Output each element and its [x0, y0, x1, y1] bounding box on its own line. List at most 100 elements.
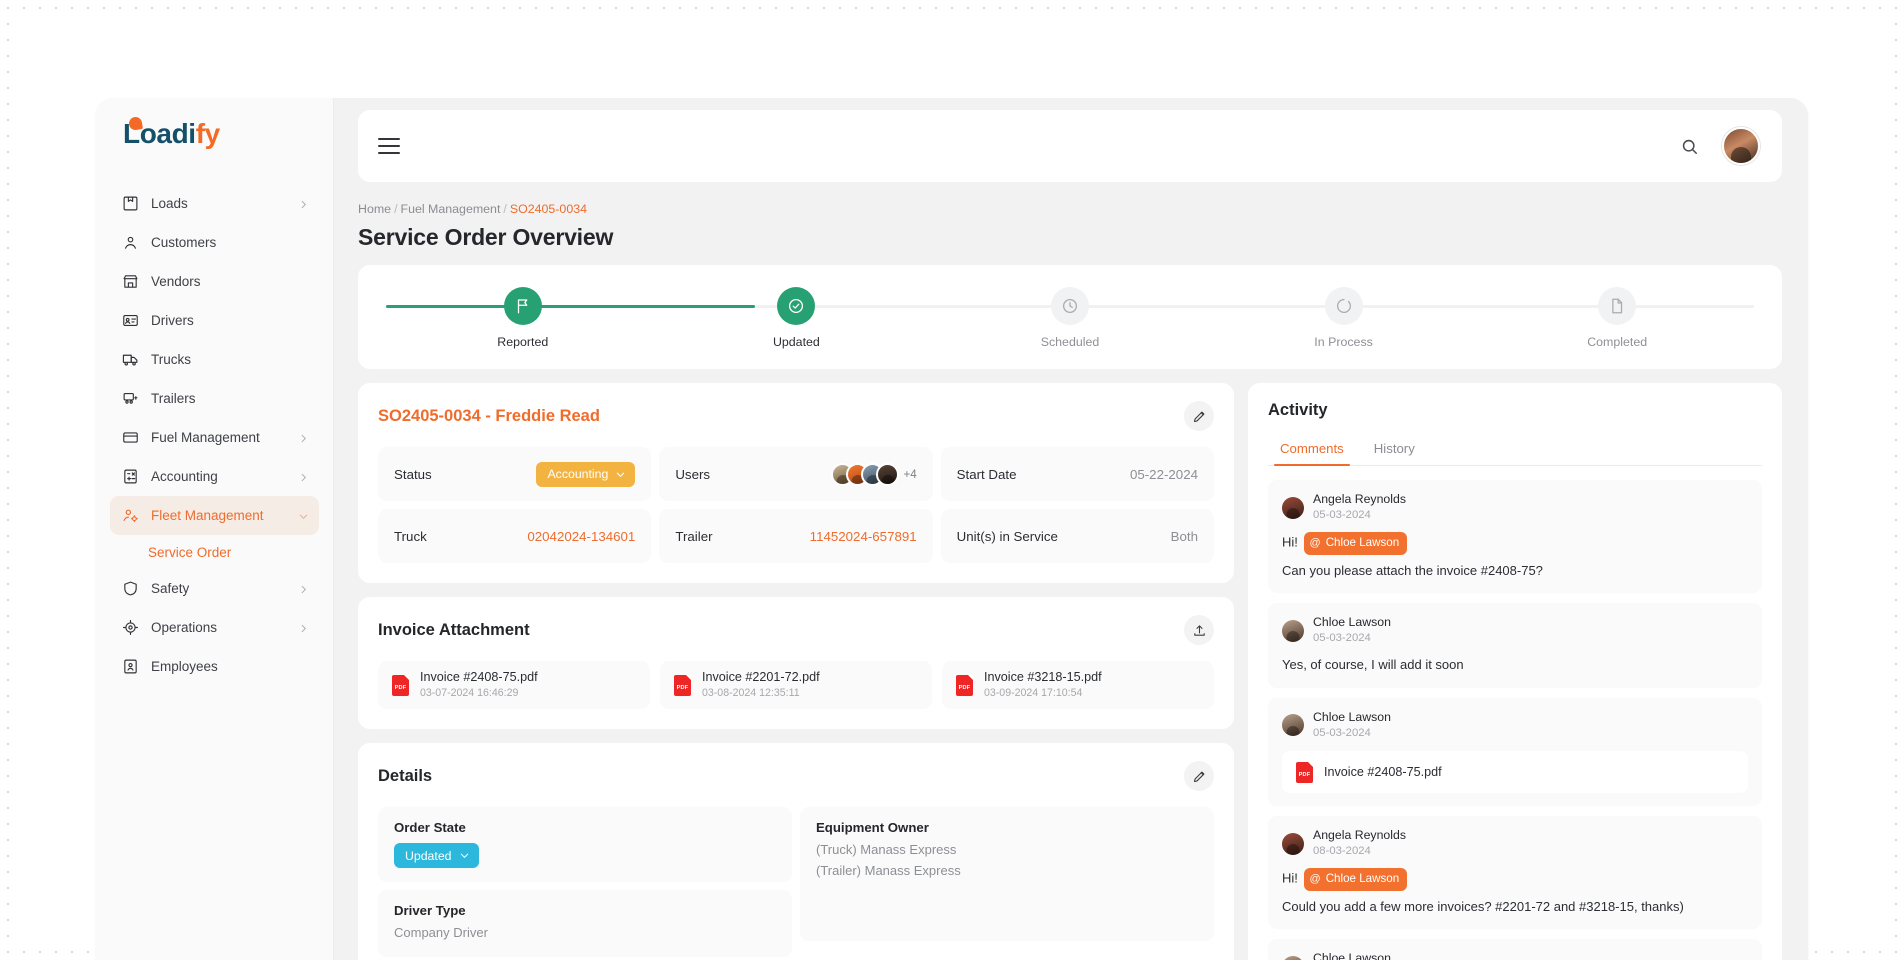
sidebar-item-accounting[interactable]: Accounting: [110, 457, 319, 496]
chevron-right-icon: [298, 432, 309, 443]
breadcrumb-home[interactable]: Home: [358, 202, 391, 216]
top-bar: [358, 110, 1782, 182]
main-area: Home / Fuel Management / SO2405-0034 Service…: [334, 98, 1808, 960]
chevron-right-icon: [298, 583, 309, 594]
avatar: [1282, 496, 1304, 519]
hamburger-icon[interactable]: [378, 138, 400, 154]
invoice-attachment-card: Invoice Attachment PDF Invoice #2408-75.…: [358, 597, 1234, 729]
equipment-owner-truck: (Truck) Manass Express: [816, 842, 957, 857]
comment-author: Angela Reynolds: [1313, 828, 1406, 843]
sidebar-label: Employees: [151, 659, 218, 674]
sidebar-item-fleet-management[interactable]: Fleet Management: [110, 496, 319, 535]
step-updated[interactable]: Updated: [660, 287, 934, 349]
sidebar-item-customers[interactable]: Customers: [110, 223, 319, 262]
avatar: [1282, 619, 1304, 642]
mention-chip[interactable]: @ Chloe Lawson: [1303, 868, 1408, 891]
mention-chip[interactable]: @ Chloe Lawson: [1303, 532, 1408, 555]
details-left-column: Order State Updated Driver Type Company …: [378, 807, 792, 960]
app-logo[interactable]: Loadify: [96, 98, 333, 170]
truck-link[interactable]: 02042024-134601: [527, 529, 635, 544]
breadcrumb-section[interactable]: Fuel Management: [401, 202, 501, 216]
avatar-overflow-count: +4: [903, 467, 917, 481]
status-dropdown[interactable]: Accounting: [536, 461, 636, 487]
sidebar-label: Fuel Management: [151, 430, 260, 445]
chevron-down-icon: [298, 510, 309, 521]
chevron-down-icon: [617, 472, 625, 477]
chevron-right-icon: [298, 471, 309, 482]
sidebar-label: Drivers: [151, 313, 194, 328]
comment-item: Chloe Lawson 08-03-2024 Yes, sure: [1268, 939, 1762, 960]
shield-icon: [122, 580, 139, 597]
sidebar-item-operations[interactable]: Operations: [110, 608, 319, 647]
tab-comments[interactable]: Comments: [1268, 434, 1356, 466]
employee-icon: [122, 658, 139, 675]
sidebar-item-drivers[interactable]: Drivers: [110, 301, 319, 340]
search-icon[interactable]: [1676, 133, 1702, 159]
sidebar-label: Accounting: [151, 469, 218, 484]
comment-author: Chloe Lawson: [1313, 615, 1391, 630]
chevron-down-icon: [460, 853, 468, 858]
detail-driver-type: Driver Type Company Driver: [378, 890, 792, 957]
page-content: Home / Fuel Management / SO2405-0034 Service…: [334, 182, 1808, 960]
sidebar-item-employees[interactable]: Employees: [110, 647, 319, 686]
field-trailer: Trailer 11452024-657891: [659, 509, 933, 563]
target-icon: [122, 619, 139, 636]
mention-name: Chloe Lawson: [1325, 872, 1400, 886]
sidebar-label: Vendors: [151, 274, 201, 289]
file-date: 03-08-2024 12:35:11: [702, 687, 800, 700]
comment-text: Yes, of course, I will add it soon: [1282, 657, 1464, 673]
field-value: Both: [1170, 528, 1198, 544]
user-avatar-group[interactable]: +4: [831, 462, 917, 486]
sidebar-item-fuel-management[interactable]: Fuel Management: [110, 418, 319, 457]
step-label: Updated: [772, 335, 820, 349]
user-icon: [122, 234, 139, 251]
field-label: Unit(s) in Service: [956, 528, 1058, 544]
trailer-link[interactable]: 11452024-657891: [810, 529, 917, 544]
invoice-file[interactable]: PDF Invoice #2201-72.pdf 03-08-2024 12:3…: [660, 661, 932, 709]
step-in-process[interactable]: In Process: [1207, 287, 1481, 349]
edit-order-button[interactable]: [1184, 401, 1214, 431]
breadcrumb-sep: /: [503, 202, 507, 216]
breadcrumb-current[interactable]: SO2405-0034: [510, 202, 587, 216]
comment-text: Could you add a few more invoices? #2201…: [1282, 898, 1684, 914]
upload-icon: [1193, 624, 1205, 636]
invoice-file[interactable]: PDF Invoice #3218-15.pdf 03-09-2024 17:1…: [942, 661, 1214, 709]
step-scheduled[interactable]: Scheduled: [933, 287, 1207, 349]
card-icon: [122, 429, 139, 446]
invoice-attachment-title: Invoice Attachment: [378, 620, 530, 639]
comment-attachment[interactable]: PDF Invoice #2408-75.pdf: [1282, 751, 1748, 794]
chevron-right-icon: [298, 622, 309, 633]
clock-icon: [1050, 287, 1089, 325]
comment-item: Angela Reynolds 08-03-2024 Hi! @ Chloe La…: [1268, 816, 1762, 930]
tab-history[interactable]: History: [1362, 434, 1427, 465]
sidebar-subitem-service-order[interactable]: Service Order: [96, 535, 333, 569]
upload-invoice-button[interactable]: [1184, 615, 1214, 645]
field-label: Trailer: [675, 528, 713, 544]
trailer-icon: [122, 390, 139, 407]
avatar: [876, 462, 900, 486]
document-icon: [1598, 287, 1637, 325]
step-completed[interactable]: Completed: [1480, 287, 1754, 349]
sidebar-nav: Loads Customers Vendors Drivers Trucks T…: [96, 184, 333, 686]
sidebar-item-trailers[interactable]: Trailers: [110, 379, 319, 418]
app-window: Loadify Loads Customers Vendors Drivers …: [96, 98, 1808, 960]
field-units-in-service: Unit(s) in Service Both: [940, 509, 1214, 563]
sidebar-item-vendors[interactable]: Vendors: [110, 262, 319, 301]
sidebar-item-loads[interactable]: Loads: [110, 184, 319, 223]
sidebar-label: Loads: [151, 196, 188, 211]
sidebar-item-safety[interactable]: Safety: [110, 569, 319, 608]
order-state-dropdown[interactable]: Updated: [394, 843, 479, 868]
detail-value: Company Driver: [394, 925, 488, 940]
user-avatar[interactable]: [1722, 127, 1760, 165]
sidebar-item-trucks[interactable]: Trucks: [110, 340, 319, 379]
spinner-icon: [1324, 287, 1363, 325]
id-card-icon: [122, 312, 139, 329]
topbar-actions: [1676, 127, 1760, 165]
activity-tabs: Comments History: [1268, 434, 1762, 466]
edit-details-button[interactable]: [1184, 761, 1214, 791]
invoice-file[interactable]: PDF Invoice #2408-75.pdf 03-07-2024 16:4…: [378, 661, 650, 709]
user-gear-icon: [122, 507, 139, 524]
check-circle-icon: [777, 287, 816, 325]
field-status: Status Accounting: [378, 447, 652, 501]
step-reported[interactable]: Reported: [386, 287, 660, 349]
